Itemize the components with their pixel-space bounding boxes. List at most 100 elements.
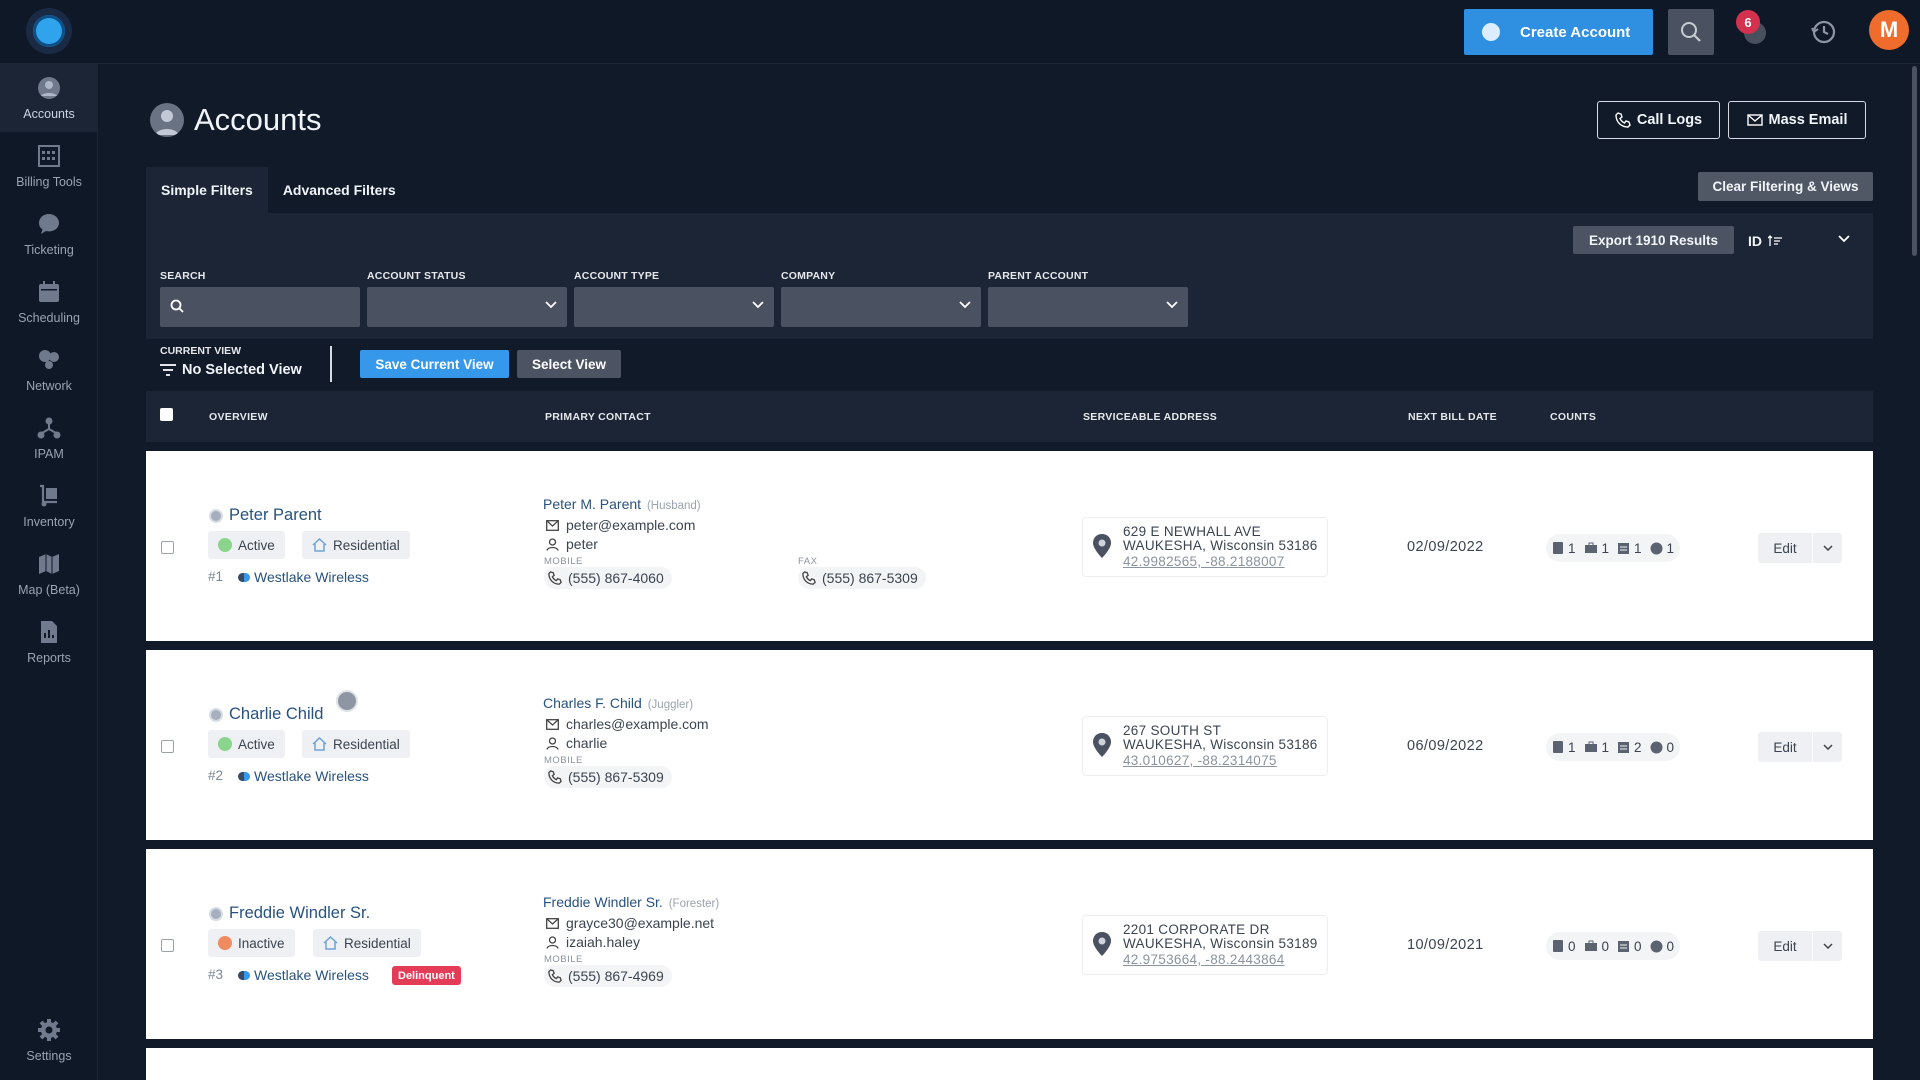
serviceable-address[interactable]: 2201 CORPORATE DR WAUKESHA, Wisconsin 53… — [1082, 915, 1328, 975]
app-logo[interactable] — [26, 8, 72, 54]
table-row[interactable] — [146, 1048, 1873, 1080]
count-item[interactable]: 0 — [1552, 939, 1576, 954]
create-account-button[interactable]: Create Account — [1464, 9, 1653, 55]
count-item[interactable]: 1 — [1584, 740, 1609, 755]
parent-account-filter: PARENT ACCOUNT — [988, 270, 1188, 327]
edit-menu-button[interactable] — [1813, 943, 1842, 949]
address-coordinates[interactable]: 43.010627, -88.2314075 — [1123, 753, 1277, 768]
tab-advanced-filters[interactable]: Advanced Filters — [268, 167, 411, 213]
sidebar-item-ticketing[interactable]: Ticketing — [0, 200, 98, 268]
count-item[interactable]: 0 — [1650, 939, 1674, 954]
chevron-down-icon[interactable] — [1838, 235, 1850, 243]
export-results-button[interactable]: Export 1910 Results — [1573, 226, 1734, 254]
contact-email[interactable]: peter@example.com — [546, 517, 695, 533]
header-overview[interactable]: OVERVIEW — [209, 411, 268, 423]
company-link[interactable]: Westlake Wireless — [238, 569, 369, 585]
sidebar-item-ipam[interactable]: IPAM — [0, 404, 98, 472]
contact-email[interactable]: charles@example.com — [546, 716, 709, 732]
clear-filtering-button[interactable]: Clear Filtering & Views — [1698, 172, 1873, 201]
contact-email[interactable]: grayce30@example.net — [546, 915, 714, 931]
header-serviceable-address[interactable]: SERVICEABLE ADDRESS — [1083, 411, 1217, 423]
sidebar-item-label: Map (Beta) — [18, 583, 80, 597]
company-link[interactable]: Westlake Wireless — [238, 768, 369, 784]
sidebar-item-inventory[interactable]: Inventory — [0, 472, 98, 540]
account-avatar — [209, 707, 223, 722]
count-item[interactable]: 2 — [1617, 740, 1642, 755]
sidebar-item-accounts[interactable]: Accounts — [0, 64, 98, 132]
search-input[interactable] — [160, 287, 360, 327]
header-next-bill-date[interactable]: NEXT BILL DATE — [1408, 411, 1497, 423]
company-icon — [238, 771, 250, 781]
account-name[interactable]: Freddie Windler Sr. — [209, 904, 370, 923]
select-all-checkbox[interactable] — [160, 408, 173, 421]
ipam-tree-icon — [36, 415, 62, 441]
history-icon[interactable] — [1810, 18, 1838, 46]
count-item[interactable]: 1 — [1552, 740, 1576, 755]
user-avatar[interactable]: M — [1869, 10, 1909, 50]
search-label: SEARCH — [160, 270, 206, 282]
account-id: #2 — [208, 768, 224, 783]
page-scrollbar[interactable] — [1912, 66, 1917, 256]
briefcase-icon — [1584, 741, 1597, 752]
account-name[interactable]: Charlie Child — [209, 705, 323, 724]
count-item[interactable]: 1 — [1617, 541, 1642, 556]
contact-name[interactable]: Freddie Windler Sr. (Forester) — [543, 894, 719, 910]
count-value: 1 — [1601, 540, 1610, 556]
edit-button[interactable]: Edit — [1758, 740, 1812, 755]
tab-simple-filters[interactable]: Simple Filters — [146, 167, 268, 213]
edit-button[interactable]: Edit — [1758, 939, 1812, 954]
contact-name[interactable]: Charles F. Child (Juggler) — [543, 695, 693, 711]
account-type-select[interactable] — [574, 287, 774, 327]
save-current-view-button[interactable]: Save Current View — [360, 350, 509, 378]
count-value: 2 — [1634, 739, 1642, 755]
header-primary-contact[interactable]: PRIMARY CONTACT — [545, 411, 651, 423]
contact-name-text: Freddie Windler Sr. — [543, 894, 663, 910]
notifications-button[interactable]: 6 — [1736, 10, 1772, 50]
header-counts[interactable]: COUNTS — [1550, 411, 1596, 423]
parent-account-select[interactable] — [988, 287, 1188, 327]
table-row[interactable]: Freddie Windler Sr. Inactive Residential… — [146, 849, 1873, 1039]
count-item[interactable]: 1 — [1552, 541, 1576, 556]
row-checkbox[interactable] — [161, 541, 174, 554]
global-search-button[interactable] — [1668, 9, 1714, 55]
sidebar-item-reports[interactable]: Reports — [0, 608, 98, 676]
user-icon — [546, 537, 559, 551]
account-name[interactable]: Peter Parent — [209, 506, 322, 525]
sidebar-item-label: Accounts — [23, 107, 75, 121]
count-item[interactable]: 0 — [1584, 939, 1609, 954]
company-select[interactable] — [781, 287, 981, 327]
serviceable-address[interactable]: 629 E NEWHALL AVE WAUKESHA, Wisconsin 53… — [1082, 517, 1328, 577]
sidebar-item-network[interactable]: Network — [0, 336, 98, 404]
status-badge: Active — [208, 730, 285, 758]
account-status-select[interactable] — [367, 287, 567, 327]
sidebar-item-billing-tools[interactable]: Billing Tools — [0, 132, 98, 200]
row-checkbox[interactable] — [161, 939, 174, 952]
edit-menu-button[interactable] — [1813, 545, 1842, 551]
table-row[interactable]: Charlie Child Active Residential #2 West… — [146, 650, 1873, 840]
count-item[interactable]: 1 — [1584, 540, 1610, 556]
count-item[interactable]: 0 — [1650, 740, 1674, 755]
edit-button[interactable]: Edit — [1758, 541, 1812, 556]
sidebar-item-settings[interactable]: Settings — [0, 1006, 98, 1074]
count-item[interactable]: 0 — [1617, 939, 1642, 954]
address-coordinates[interactable]: 42.9982565, -88.2188007 — [1123, 554, 1285, 569]
mobile-phone[interactable]: (555) 867-4969 — [544, 965, 672, 987]
sort-field[interactable]: ID — [1748, 233, 1782, 249]
router-icon — [1553, 940, 1563, 952]
sidebar-item-map[interactable]: Map (Beta) — [0, 540, 98, 608]
contact-name[interactable]: Peter M. Parent (Husband) — [543, 496, 701, 512]
table-row[interactable]: Peter Parent Active Residential #1 Westl… — [146, 451, 1873, 641]
mobile-phone[interactable]: (555) 867-4060 — [544, 567, 672, 589]
count-item[interactable]: 1 — [1650, 541, 1674, 556]
mass-email-button[interactable]: Mass Email — [1728, 101, 1866, 139]
call-logs-button[interactable]: Call Logs — [1597, 101, 1720, 139]
select-view-button[interactable]: Select View — [517, 350, 621, 378]
fax-phone[interactable]: (555) 867-5309 — [798, 567, 926, 589]
address-coordinates[interactable]: 42.9753664, -88.2443864 — [1123, 952, 1285, 967]
serviceable-address[interactable]: 267 SOUTH ST WAUKESHA, Wisconsin 53186 4… — [1082, 716, 1328, 776]
mobile-phone[interactable]: (555) 867-5309 — [544, 766, 672, 788]
edit-menu-button[interactable] — [1813, 744, 1842, 750]
company-link[interactable]: Westlake Wireless — [238, 967, 369, 983]
row-checkbox[interactable] — [161, 740, 174, 753]
sidebar-item-scheduling[interactable]: Scheduling — [0, 268, 98, 336]
